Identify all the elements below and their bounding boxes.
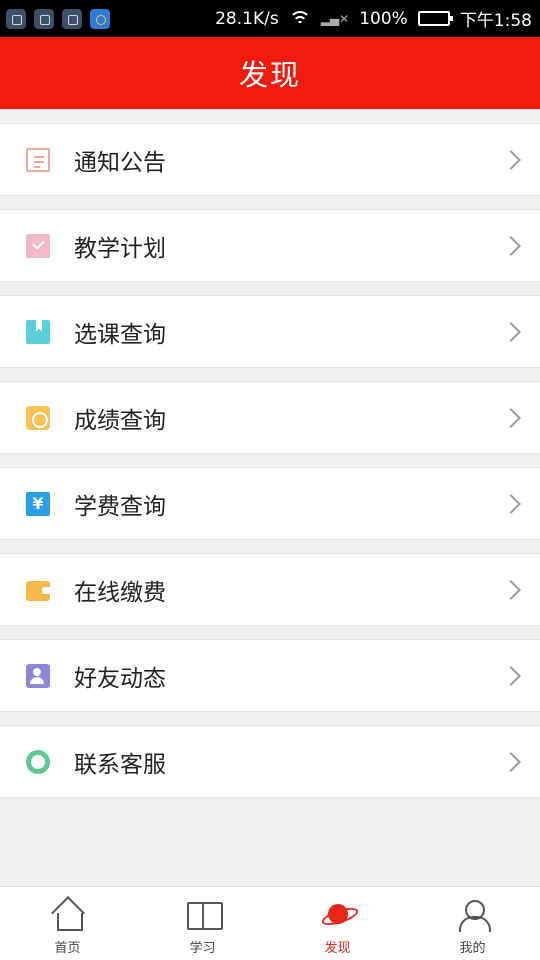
menu-item-label: 学费查询: [74, 493, 166, 520]
chevron-right-icon: [501, 751, 521, 772]
nav-item-label: 学习: [189, 941, 216, 956]
wifi-icon: [288, 10, 311, 27]
signal-icon: ▂▄✕: [320, 11, 350, 26]
menu-item-label: 成绩查询: [74, 407, 166, 434]
notice-icon: [26, 147, 50, 172]
grade-icon: [26, 405, 50, 430]
friends-icon: [26, 663, 50, 688]
menu-item-grade-query[interactable]: 成绩查询: [0, 381, 540, 454]
menu-item-label: 好友动态: [74, 665, 166, 692]
page-header: 发现: [0, 37, 540, 109]
menu-item-friend-updates[interactable]: 好友动态: [0, 639, 540, 712]
chevron-right-icon: [501, 321, 521, 342]
menu-item-teaching-plan[interactable]: 教学计划: [0, 209, 540, 282]
battery-percent: 100%: [359, 8, 408, 29]
wallet-icon: [26, 580, 50, 601]
service-icon: [26, 749, 50, 774]
image-notification-icon: [62, 8, 82, 29]
nav-item-label: 发现: [324, 941, 351, 956]
planet-icon: [321, 899, 355, 931]
chevron-right-icon: [501, 149, 521, 170]
chevron-right-icon: [501, 235, 521, 256]
course-icon: [26, 319, 50, 344]
menu-item-label: 选课查询: [74, 321, 166, 348]
chevron-right-icon: [501, 579, 521, 600]
chevron-right-icon: [501, 665, 521, 686]
menu-item-notice[interactable]: 通知公告: [0, 123, 540, 196]
tuition-icon: ¥: [26, 491, 50, 516]
chevron-right-icon: [501, 493, 521, 514]
battery-icon: [417, 11, 453, 26]
notification-icons: [6, 8, 110, 29]
lock-notification-icon: [6, 8, 26, 29]
bottom-nav: 首页 学习 发现 我的: [0, 886, 540, 960]
network-speed: 28.1K/s: [215, 8, 279, 29]
menu-item-tuition-query[interactable]: ¥ 学费查询: [0, 467, 540, 540]
menu-item-label: 在线缴费: [74, 579, 166, 606]
lock-notification-icon: [34, 8, 54, 29]
menu-item-label: 联系客服: [74, 751, 166, 778]
nav-item-discover[interactable]: 发现: [270, 887, 405, 960]
nav-item-study[interactable]: 学习: [135, 887, 270, 960]
book-icon: [186, 899, 223, 931]
page-title: 发现: [238, 58, 301, 92]
nav-item-home[interactable]: 首页: [0, 887, 135, 960]
menu-item-online-payment[interactable]: 在线缴费: [0, 553, 540, 626]
status-bar: 28.1K/s ▂▄✕ 100% 下午1:58: [0, 0, 540, 37]
menu-item-customer-service[interactable]: 联系客服: [0, 725, 540, 798]
nav-item-label: 我的: [459, 941, 486, 956]
app-notification-icon: [90, 8, 110, 29]
clock: 下午1:58: [459, 11, 532, 31]
plan-icon: [26, 233, 50, 258]
menu-item-label: 教学计划: [74, 235, 166, 262]
nav-item-mine[interactable]: 我的: [405, 887, 540, 960]
nav-item-label: 首页: [54, 941, 81, 956]
discover-menu: 通知公告 教学计划 选课查询 成绩查询 ¥ 学费查询 在线缴费 好友动态 联系客…: [0, 123, 540, 811]
menu-item-label: 通知公告: [74, 149, 166, 176]
user-icon: [456, 899, 491, 932]
menu-item-course-query[interactable]: 选课查询: [0, 295, 540, 368]
home-icon: [51, 899, 85, 931]
chevron-right-icon: [501, 407, 521, 428]
